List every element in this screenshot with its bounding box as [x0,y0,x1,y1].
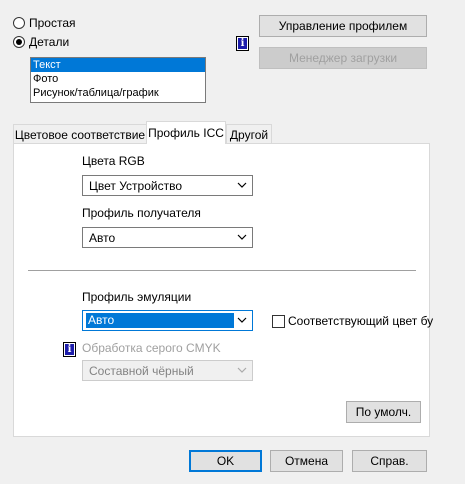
radio-simple-indicator[interactable] [13,17,25,29]
cancel-button[interactable]: Отмена [270,450,343,472]
list-item-graphic[interactable]: Рисунок/таблица/график [31,86,205,100]
emulation-profile-label: Профиль эмуляции [82,290,192,304]
destination-profile-select[interactable]: Авто [82,227,253,248]
tab-color-matching[interactable]: Цветовое соответствие [13,124,147,144]
radio-details-label: Детали [29,35,70,49]
radio-simple-label: Простая [29,16,76,30]
chevron-down-icon [237,234,247,240]
destination-profile-value: Авто [89,230,116,245]
section-divider [28,270,416,271]
radio-details[interactable]: Детали [13,34,69,50]
gray-cmyk-value: Составной чёрный [89,363,194,378]
info-glyph: i [65,344,74,355]
rgb-colors-value: Цвет Устройство [89,178,182,193]
radio-simple[interactable]: Простая [13,15,76,31]
chevron-down-icon [237,367,247,373]
list-item-text[interactable]: Текст [31,58,205,72]
matching-color-checkbox-box[interactable] [272,314,285,328]
destination-profile-label: Профиль получателя [82,206,201,220]
tab-icc-profile[interactable]: Профиль ICC [146,121,226,144]
emulation-profile-value: Авто [86,313,234,328]
radio-details-indicator[interactable] [13,36,25,48]
matching-color-checkbox[interactable]: Соответствующий цвет бу [272,314,433,328]
content-type-list[interactable]: Текст Фото Рисунок/таблица/график [30,57,206,103]
ok-button[interactable]: OK [189,450,262,472]
rgb-colors-select[interactable]: Цвет Устройство [82,175,253,196]
info-icon[interactable]: i [63,342,76,357]
list-item-photo[interactable]: Фото [31,72,205,86]
gray-cmyk-select: Составной чёрный [82,360,253,381]
help-button[interactable]: Справ. [352,450,427,472]
matching-color-label: Соответствующий цвет бу [288,314,434,328]
chevron-down-icon [237,317,247,323]
tab-other[interactable]: Другой [226,124,272,144]
info-glyph: i [238,38,247,49]
rgb-colors-label: Цвета RGB [82,154,145,168]
gray-cmyk-label: Обработка серого CMYK [82,341,221,355]
emulation-profile-select[interactable]: Авто [82,310,253,331]
info-icon[interactable]: i [236,36,249,51]
profile-management-button[interactable]: Управление профилем [259,15,427,37]
defaults-button[interactable]: По умолч. [346,401,421,423]
download-manager-button: Менеджер загрузки [259,47,427,69]
chevron-down-icon [237,182,247,188]
